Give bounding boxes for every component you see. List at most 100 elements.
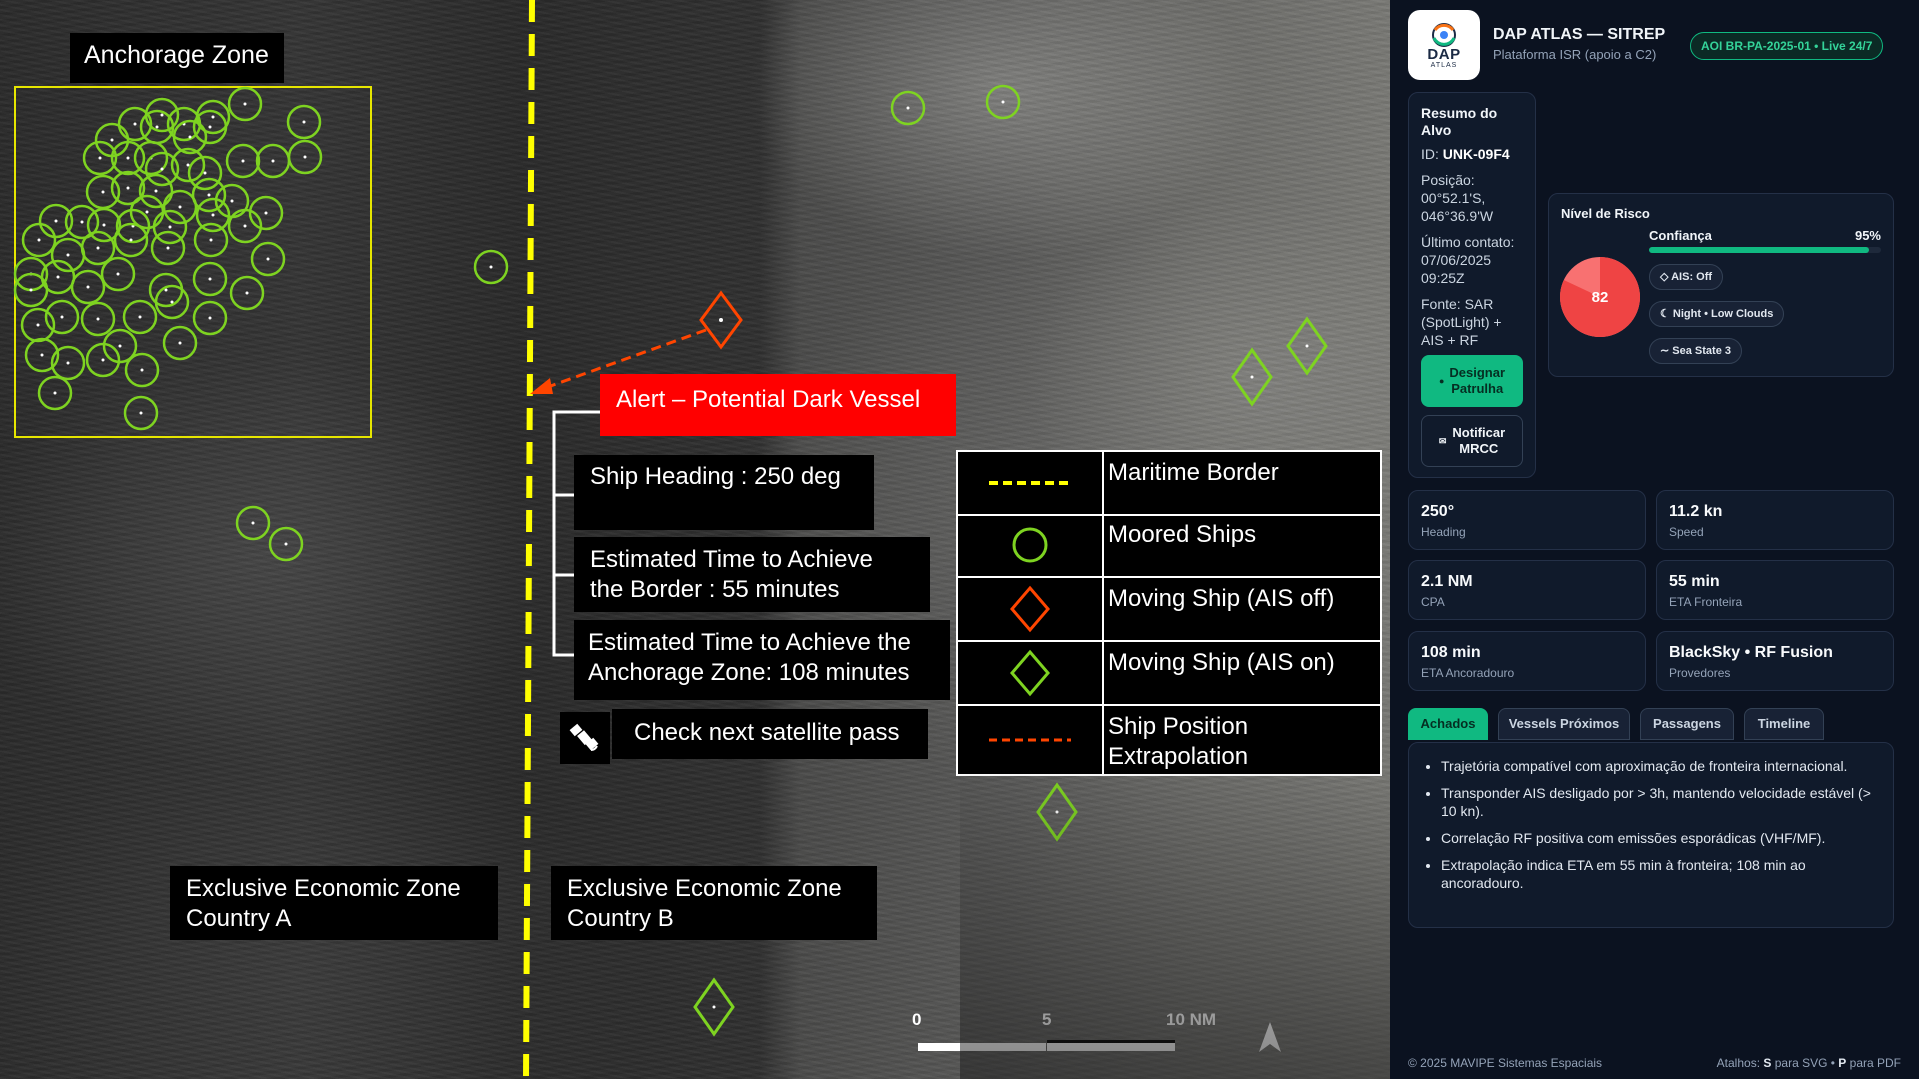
- id-value: UNK-09F4: [1442, 146, 1510, 162]
- target-id: ID: UNK-09F4: [1421, 145, 1523, 163]
- stat-label: Heading: [1421, 525, 1466, 539]
- confidence-bar: [1649, 247, 1881, 253]
- moored-ship-dot: [80, 220, 84, 224]
- logo-text: DAP: [1427, 45, 1461, 63]
- moored-ship-dot: [271, 159, 275, 163]
- confidence-label: Confiança: [1649, 228, 1712, 243]
- stat-value: 250°: [1421, 503, 1455, 520]
- moored-ship-dot: [110, 138, 114, 142]
- shortcuts-prefix: Atalhos:: [1716, 1056, 1764, 1070]
- shortcuts-mid: para SVG •: [1771, 1056, 1839, 1070]
- eta-anchorage-callout: Estimated Time to Achieve the Anchorage …: [574, 620, 950, 700]
- finding-item: Correlação RF positiva com emissões espo…: [1441, 829, 1877, 847]
- tab-passagens[interactable]: Passagens: [1640, 708, 1734, 740]
- legend-label: Moored Ships: [1108, 521, 1257, 548]
- designate-line-1: Designar: [1449, 365, 1506, 380]
- moored-ship-dot: [208, 277, 212, 281]
- tab-vessels-proximos[interactable]: Vessels Próximos: [1498, 708, 1630, 740]
- moored-ship-dot: [37, 238, 41, 242]
- ais-on-ship-dot: [712, 1005, 716, 1009]
- position-line-1: 00°52.1'S,: [1421, 190, 1486, 206]
- moored-ship-dot: [251, 521, 255, 525]
- stat-cpa: 2.1 NM CPA: [1408, 560, 1646, 620]
- notify-line-1: Notificar: [1452, 425, 1506, 440]
- moored-ship-dot: [178, 341, 182, 345]
- moored-ship-dot: [56, 275, 60, 279]
- wave-icon: ∼: [1660, 345, 1673, 357]
- moored-ship-dot: [243, 102, 247, 106]
- moored-ship-dot: [207, 193, 211, 197]
- green-diamond-icon: [958, 642, 1104, 704]
- moored-ship-dot: [98, 156, 102, 160]
- contact-label: Último contato:: [1421, 234, 1515, 250]
- eta-border-line-1: Estimated Time to Achieve: [590, 546, 873, 573]
- moored-ship-dot: [302, 120, 306, 124]
- moored-ship-dot: [264, 211, 268, 215]
- chip-label: Sea State 3: [1672, 345, 1731, 357]
- moored-ship-dot: [66, 361, 70, 365]
- stat-label: CPA: [1421, 595, 1445, 609]
- legend-label: Maritime Border: [1108, 459, 1279, 486]
- stat-heading: 250° Heading: [1408, 490, 1646, 550]
- map-legend: Maritime Border Moored Ships Moving Ship…: [956, 450, 1382, 776]
- ais-on-ship-marker[interactable]: [1036, 782, 1078, 842]
- globe-logo-icon: [1432, 22, 1456, 47]
- stat-value: 108 min: [1421, 644, 1481, 661]
- scale-tick-5: 5: [1042, 1010, 1052, 1029]
- tab-achados[interactable]: Achados: [1408, 708, 1488, 740]
- findings-list: Trajetória compatível com aproximação de…: [1423, 757, 1877, 892]
- eez-b-line-1: Exclusive Economic Zone: [567, 875, 842, 902]
- moored-ship-dot: [188, 135, 192, 139]
- source-line-3: AIS + RF: [1421, 332, 1479, 348]
- eta-border-line-2: the Border : 55 minutes: [590, 576, 840, 603]
- notify-mrcc-label: Notificar MRCC: [1452, 425, 1505, 457]
- satellite-icon[interactable]: [560, 712, 610, 764]
- moored-ship-dot: [178, 205, 182, 209]
- moored-ship-dot: [53, 391, 57, 395]
- moored-ship-dot: [29, 288, 33, 292]
- moored-ship-dot: [86, 285, 90, 289]
- notify-line-2: MRCC: [1459, 441, 1499, 456]
- legend-label: Moving Ship (AIS off): [1108, 585, 1335, 612]
- extrapolation-arrowhead: [530, 378, 553, 394]
- moored-ship-dot: [102, 223, 106, 227]
- eta-anchorage-line-2: Anchorage Zone: 108 minutes: [588, 659, 910, 686]
- red-diamond-icon: [958, 578, 1104, 640]
- chip-night-clouds: ☾ Night • Low Clouds: [1649, 301, 1785, 327]
- moored-ship-dot: [96, 317, 100, 321]
- moored-ship-dot: [96, 246, 100, 250]
- moon-icon: ☾: [1660, 308, 1673, 320]
- designate-patrol-button[interactable]: ● Designar Patrulha: [1421, 355, 1523, 407]
- tab-timeline[interactable]: Timeline: [1744, 708, 1824, 740]
- finding-item: Transponder AIS desligado por > 3h, mant…: [1441, 784, 1877, 820]
- moored-ship-dot: [241, 159, 245, 163]
- moored-ship-dot: [66, 253, 70, 257]
- finding-item: Extrapolação indica ETA em 55 min à fron…: [1441, 856, 1877, 892]
- sar-map[interactable]: Anchorage Zone Alert – Potential Dark Ve…: [0, 0, 1390, 1079]
- eta-anchorage-line-1: Estimated Time to Achieve the: [588, 629, 911, 656]
- sitrep-panel: DAP ATLAS DAP ATLAS — SITREP Plataforma …: [1390, 0, 1919, 1079]
- satellite-pass-callout[interactable]: Check next satellite pass: [612, 709, 928, 759]
- moored-ship-dot: [126, 186, 130, 190]
- stat-providers: BlackSky • RF Fusion Provedores: [1656, 631, 1894, 691]
- notify-mrcc-button[interactable]: ✉ Notificar MRCC: [1421, 415, 1523, 467]
- moored-ship-dot: [211, 115, 215, 119]
- dark-vessel-alert[interactable]: Alert – Potential Dark Vessel: [600, 374, 956, 436]
- moored-ship-dot: [40, 353, 44, 357]
- moored-ship-dot: [906, 106, 910, 110]
- stat-label: ETA Ancoradouro: [1421, 666, 1515, 680]
- footer-shortcuts: Atalhos: S para SVG • P para PDF: [1717, 1056, 1901, 1070]
- maritime-border-line: [523, 0, 535, 1079]
- designate-patrol-label: Designar Patrulha: [1449, 365, 1505, 397]
- aoi-live-badge: AOI BR-PA-2025-01 • Live 24/7: [1690, 32, 1884, 60]
- designate-line-2: Patrulha: [1451, 381, 1504, 396]
- legend-row-ais-off: Moving Ship (AIS off): [958, 578, 1380, 642]
- moored-ship-dot: [116, 272, 120, 276]
- moored-ship-dot: [126, 156, 130, 160]
- confidence-value: 95%: [1854, 228, 1881, 243]
- moored-ship-dot: [489, 265, 493, 269]
- stat-eta-border: 55 min ETA Fronteira: [1656, 560, 1894, 620]
- source-label: Fonte:: [1421, 296, 1465, 312]
- moored-ship-dot: [245, 291, 249, 295]
- legend-label: Moving Ship (AIS on): [1108, 649, 1335, 676]
